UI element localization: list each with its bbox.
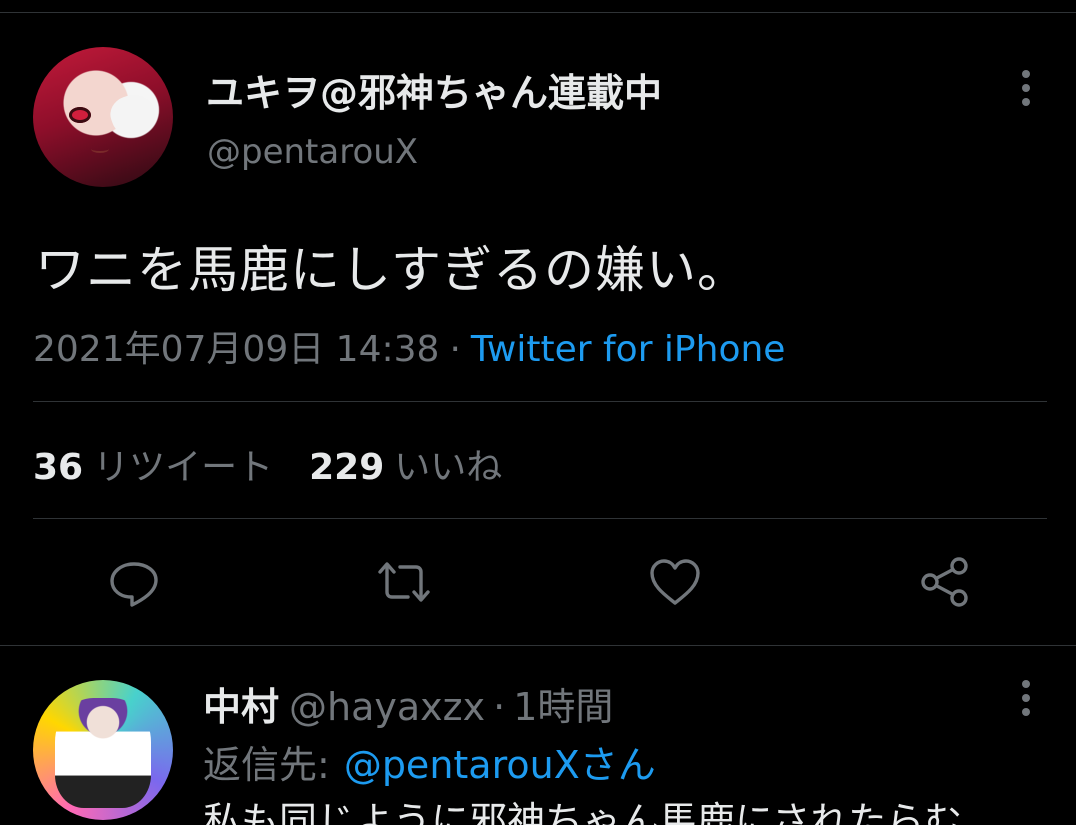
like-icon[interactable]	[647, 554, 703, 610]
retweet-label: リツイート	[93, 447, 274, 488]
reply-avatar-figure	[55, 698, 151, 808]
share-icon[interactable]	[917, 554, 973, 610]
reply-to-line: 返信先: @pentarouXさん	[203, 734, 656, 789]
reply-to-prefix: 返信先:	[203, 743, 330, 787]
tweet-source-link[interactable]: Twitter for iPhone	[471, 329, 786, 370]
reply-mention-link[interactable]: @pentarouXさん	[344, 743, 656, 787]
author-display-name[interactable]: ユキヲ@邪神ちゃん連載中	[206, 62, 662, 117]
more-vertical-icon[interactable]	[1014, 70, 1038, 108]
retweet-count: 36	[33, 447, 84, 488]
author-avatar[interactable]	[33, 47, 173, 187]
top-divider	[0, 12, 1076, 13]
tweet-text: ワニを馬鹿にしすぎるの嫌い。	[35, 241, 748, 299]
divider-reply	[0, 645, 1076, 646]
tweet-meta: 2021年07月09日 14:38 · Twitter for iPhone	[33, 320, 785, 372]
like-label: いいね	[394, 447, 503, 488]
retweet-stat[interactable]: 36 リツイート	[33, 447, 273, 488]
reply-time[interactable]: 1時間	[513, 685, 613, 729]
author-handle[interactable]: @pentarouX	[207, 132, 418, 172]
reply-separator: ·	[493, 685, 506, 729]
avatar-mouth	[91, 145, 109, 153]
reply-handle[interactable]: @hayaxzx	[289, 685, 485, 729]
reply-text: 私も同じように邪神ちゃん馬鹿にされたらむ	[203, 799, 963, 825]
reply-icon[interactable]	[106, 554, 162, 610]
like-stat[interactable]: 229 いいね	[309, 447, 502, 488]
meta-separator: ·	[449, 329, 461, 370]
more-vertical-icon[interactable]	[1014, 680, 1038, 718]
reply-author-avatar[interactable]	[33, 680, 173, 820]
tweet-stats: 36 リツイート 229 いいね	[33, 438, 502, 490]
like-count: 229	[309, 447, 385, 488]
tweet-detail-page: ユキヲ@邪神ちゃん連載中 @pentarouX ワニを馬鹿にしすぎるの嫌い。 2…	[0, 0, 1076, 825]
tweet-timestamp[interactable]: 2021年07月09日 14:38	[33, 329, 439, 370]
avatar-eyepatch	[105, 88, 161, 142]
divider-stats	[33, 518, 1047, 519]
retweet-icon[interactable]	[376, 554, 432, 610]
divider-meta	[33, 401, 1047, 402]
reply-display-name[interactable]: 中村	[203, 685, 279, 729]
avatar-eye	[69, 107, 91, 123]
reply-header: 中村 @hayaxzx · 1時間	[203, 676, 613, 731]
